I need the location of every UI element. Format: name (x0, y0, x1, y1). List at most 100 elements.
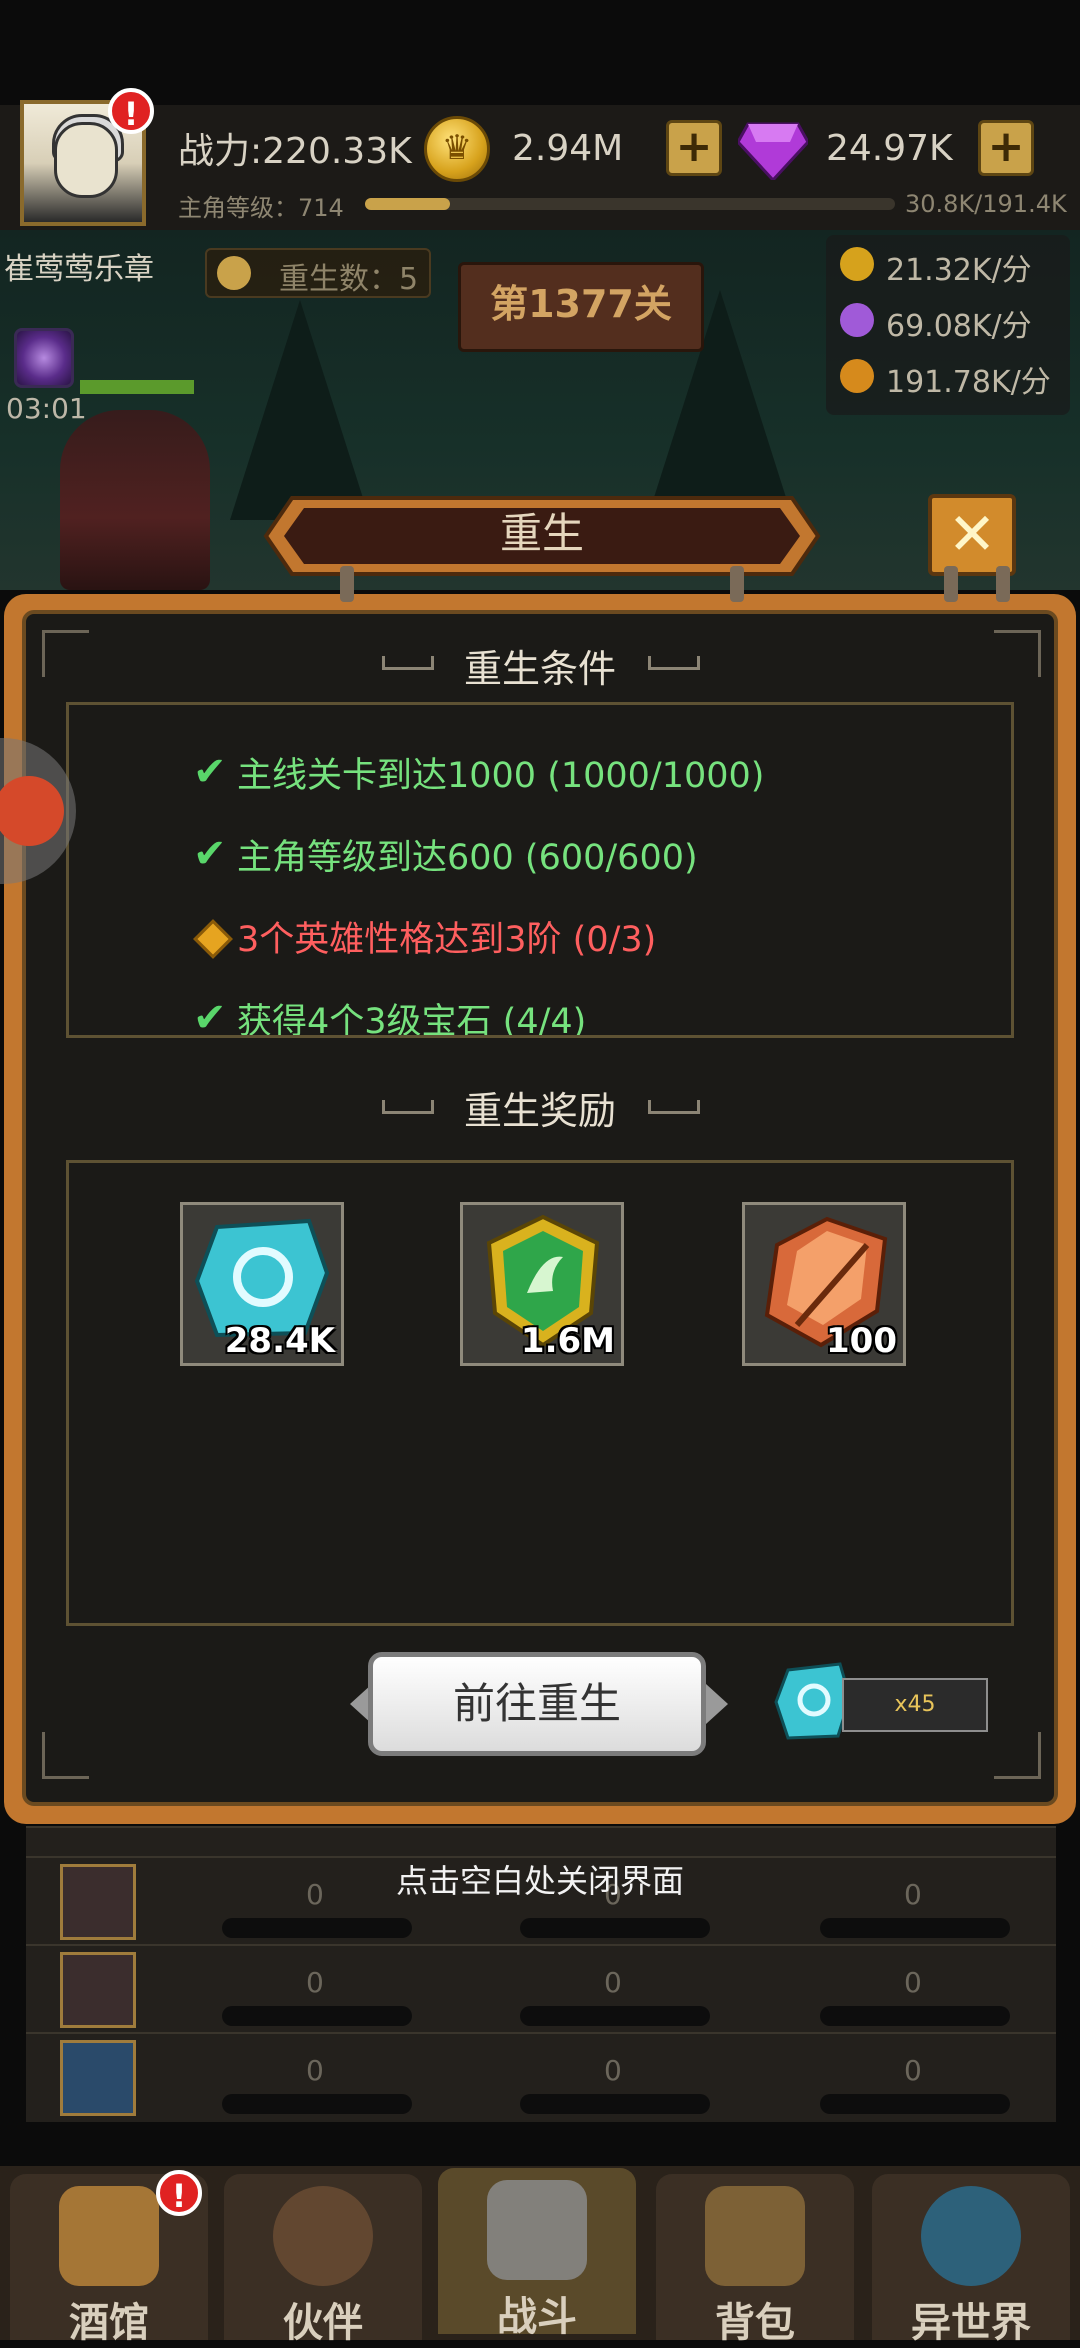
list-value: 0 (904, 1966, 922, 1999)
stage-sign: 第1377关 (458, 262, 704, 352)
nav-label: 酒馆 (69, 2300, 149, 2346)
rate-row: 69.08K/分 (840, 297, 1070, 344)
banner-peg (996, 566, 1010, 602)
alert-icon: ! (156, 2170, 202, 2216)
button-wing-right (706, 1684, 728, 1724)
corner-ornament (42, 1732, 89, 1779)
reward-item[interactable]: 100 (742, 1202, 906, 1366)
reward-item[interactable]: 28.4K (180, 1202, 344, 1366)
boss-portrait-icon[interactable] (14, 328, 74, 388)
corner-ornament (42, 630, 89, 677)
boss-silhouette (60, 410, 210, 590)
exp-icon (840, 303, 874, 337)
crossed-swords-icon (487, 2180, 587, 2280)
hero-portrait-icon (60, 1952, 136, 2028)
reward-item[interactable]: 1.6M (460, 1202, 624, 1366)
nav-backpack[interactable]: 背包 (650, 2166, 860, 2346)
diamond-icon (193, 919, 233, 959)
gold-amount: 2.94M (512, 128, 624, 169)
list-row[interactable]: 0 0 0 (26, 1944, 1056, 2034)
nav-battle[interactable]: 战斗 (432, 2160, 642, 2340)
level-label: 主角等级：714 (178, 194, 344, 222)
gold-pot-icon (840, 359, 874, 393)
title-ornament-right (648, 1100, 700, 1114)
portal-icon (921, 2186, 1021, 2286)
list-value: 0 (306, 2054, 324, 2087)
reward-count: 1.6M (520, 1321, 615, 1361)
list-value: 0 (306, 1966, 324, 1999)
progress-bar (520, 2094, 710, 2114)
gold-coin-icon: ♛ (424, 116, 490, 182)
purple-gem-icon (738, 122, 808, 180)
nav-label: 战斗 (497, 2294, 577, 2340)
banner-peg (730, 566, 744, 602)
check-icon: ✔ (193, 995, 227, 1038)
condition-item: ✔ 获得4个3级宝石 (4/4) (193, 993, 587, 1038)
rate-row: 21.32K/分 (840, 241, 1070, 288)
rate-value: 69.08K/分 (886, 309, 1032, 344)
partner-icon (273, 2186, 373, 2286)
go-rebirth-button[interactable]: 前往重生 (368, 1652, 706, 1756)
income-rate-panel: 21.32K/分 69.08K/分 191.78K/分 (826, 235, 1070, 415)
title-ornament-right (648, 656, 700, 670)
add-gem-button[interactable]: + (978, 120, 1034, 176)
nav-partner[interactable]: 伙伴 (218, 2166, 428, 2346)
tavern-mug-icon (59, 2186, 159, 2286)
progress-bar (520, 2006, 710, 2026)
level-progress-text: 30.8K/191.4K (905, 190, 1067, 218)
battle-timer: 03:01 (6, 392, 87, 425)
list-value: 0 (604, 1966, 622, 1999)
nav-label: 伙伴 (283, 2300, 363, 2346)
list-value: 0 (904, 2054, 922, 2087)
add-gold-button[interactable]: + (666, 120, 722, 176)
progress-bar (820, 1918, 1010, 1938)
nav-label: 背包 (715, 2300, 795, 2346)
condition-text: 主线关卡到达1000 (1000/1000) (237, 756, 765, 796)
rebirth-count-chip: 重生数：5 (205, 248, 431, 298)
close-button[interactable]: ✕ (928, 494, 1016, 576)
level-progress-fill (365, 198, 450, 210)
progress-bar (222, 2006, 412, 2026)
list-row (26, 1826, 1056, 1858)
corner-ornament (994, 1732, 1041, 1779)
gem-amount: 24.97K (826, 128, 953, 169)
banner-peg (944, 566, 958, 602)
reward-count: 28.4K (224, 1321, 335, 1361)
gear-icon (217, 256, 251, 290)
level-progress-bar (365, 198, 895, 210)
gold-coin-icon (840, 247, 874, 281)
check-icon: ✔ (193, 749, 227, 795)
hero-portrait-icon (60, 2040, 136, 2116)
rate-value: 21.32K/分 (886, 253, 1032, 288)
conditions-list[interactable]: ✔ 主线关卡到达1000 (1000/1000) ✔ 主角等级到达600 (60… (66, 702, 1014, 1038)
progress-bar (820, 2094, 1010, 2114)
chapter-name: 崔莺莺乐章 (4, 252, 154, 287)
nav-other-world[interactable]: 异世界 (866, 2166, 1076, 2346)
condition-text: 主角等级到达600 (600/600) (237, 838, 698, 878)
progress-bar (222, 1918, 412, 1938)
tree-silhouette (230, 300, 370, 520)
progress-bar (222, 2094, 412, 2114)
rebirth-cost: x45 (842, 1678, 988, 1732)
float-icon (0, 776, 64, 846)
alert-icon: ! (108, 88, 154, 134)
condition-item: ✔ 主角等级到达600 (600/600) (193, 829, 698, 880)
backpack-icon (705, 2186, 805, 2286)
list-row[interactable]: 0 0 0 (26, 2032, 1056, 2122)
close-hint: 点击空白处关闭界面 (395, 1862, 684, 1900)
list-value: 0 (604, 2054, 622, 2087)
boss-hp-bar (80, 380, 194, 394)
reward-count: 100 (826, 1321, 897, 1361)
rebirth-count: 重生数：5 (279, 262, 419, 297)
condition-item: 3个英雄性格达到3阶 (0/3) (193, 911, 656, 962)
condition-item: ✔ 主线关卡到达1000 (1000/1000) (193, 747, 765, 798)
progress-bar (820, 2006, 1010, 2026)
condition-text: 获得4个3级宝石 (4/4) (237, 1002, 587, 1038)
nav-label: 异世界 (911, 2300, 1031, 2346)
rate-value: 191.78K/分 (886, 365, 1051, 400)
avatar-face (54, 122, 118, 198)
banner-peg (340, 566, 354, 602)
rate-row: 191.78K/分 (840, 353, 1070, 400)
power-label: 战力:220.33K (178, 131, 412, 172)
progress-bar (520, 1918, 710, 1938)
